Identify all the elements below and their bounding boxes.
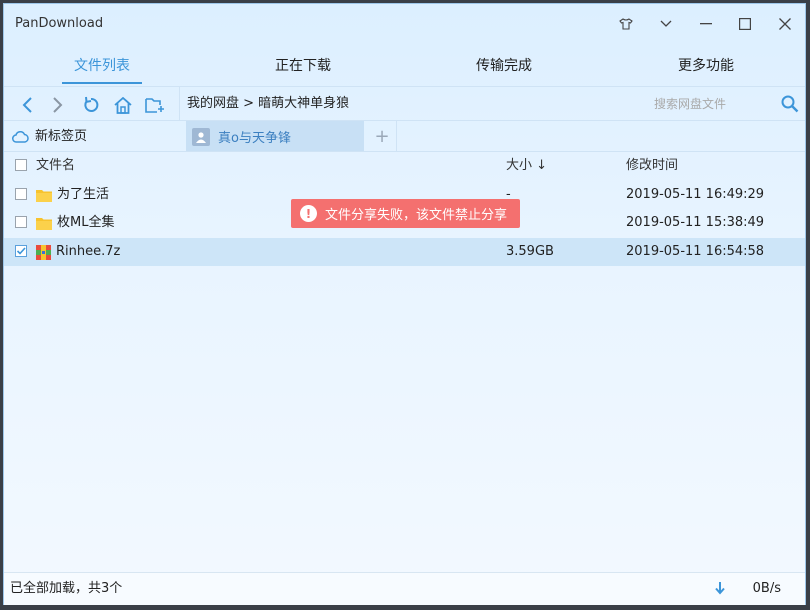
table-header: 文件名 大小 ↓ 修改时间 bbox=[4, 152, 805, 180]
tab-label: 文件列表 bbox=[74, 58, 130, 74]
download-arrow-icon bbox=[715, 582, 725, 595]
folder-icon bbox=[36, 217, 52, 230]
chevron-down-icon[interactable] bbox=[655, 14, 677, 34]
page-tab-new[interactable]: 新标签页 bbox=[12, 121, 87, 152]
file-name-cell: 为了生活 bbox=[36, 181, 109, 209]
user-icon bbox=[196, 131, 206, 143]
avatar bbox=[192, 127, 210, 146]
title-bar: PanDownload bbox=[4, 4, 805, 44]
header-date[interactable]: 修改时间 bbox=[626, 152, 678, 180]
file-name: Rinhee.7z bbox=[56, 244, 121, 259]
page-tabs: 新标签页 真o与天争锋 + bbox=[4, 120, 805, 152]
search-icon[interactable] bbox=[778, 93, 802, 115]
file-name-cell: Rinhee.7z bbox=[36, 238, 120, 266]
add-tab-button[interactable]: + bbox=[368, 121, 397, 152]
active-tab-underline bbox=[62, 82, 142, 84]
toast-message: 文件分享失败，该文件禁止分享 bbox=[325, 208, 508, 223]
close-button[interactable] bbox=[774, 14, 796, 34]
search-input[interactable] bbox=[646, 91, 770, 117]
status-text: 已全部加载，共3个 bbox=[10, 581, 123, 596]
tab-label: 正在下载 bbox=[275, 58, 331, 74]
table-row[interactable]: Rinhee.7z 3.59GB 2019-05-11 16:54:58 bbox=[4, 238, 805, 266]
home-icon bbox=[114, 96, 132, 114]
arrow-left-icon bbox=[22, 97, 32, 113]
archive-icon bbox=[36, 244, 51, 260]
skin-icon[interactable] bbox=[615, 14, 637, 34]
row-checkbox[interactable] bbox=[15, 216, 27, 228]
main-tabs: 文件列表 正在下载 传输完成 更多功能 bbox=[4, 46, 805, 86]
home-button[interactable] bbox=[112, 94, 134, 116]
row-checkbox[interactable] bbox=[15, 188, 27, 200]
breadcrumb: 我的网盘 > 暗萌大神单身狼 bbox=[179, 87, 349, 121]
file-name: 枚ML全集 bbox=[57, 215, 115, 230]
row-checkbox[interactable] bbox=[15, 245, 27, 257]
header-name[interactable]: 文件名 bbox=[36, 152, 75, 180]
cloud-icon bbox=[12, 130, 29, 143]
tab-downloading[interactable]: 正在下载 bbox=[255, 46, 351, 86]
minimize-button[interactable] bbox=[695, 14, 717, 34]
page-tab-label: 真o与天争锋 bbox=[218, 131, 291, 146]
page-tab-label: 新标签页 bbox=[35, 129, 88, 144]
file-name: 为了生活 bbox=[57, 187, 110, 202]
page-tab-user[interactable]: 真o与天争锋 bbox=[186, 121, 364, 152]
warning-icon: ! bbox=[300, 205, 317, 222]
tab-completed[interactable]: 传输完成 bbox=[456, 46, 552, 86]
forward-button[interactable] bbox=[47, 94, 69, 116]
header-size[interactable]: 大小 ↓ bbox=[506, 152, 547, 180]
toolbar: 我的网盘 > 暗萌大神单身狼 bbox=[4, 86, 805, 121]
error-toast: ! 文件分享失败，该文件禁止分享 bbox=[291, 199, 520, 228]
download-speed: 0B/s bbox=[752, 581, 781, 596]
file-date: 2019-05-11 15:38:49 bbox=[626, 215, 765, 230]
file-date: 2019-05-11 16:49:29 bbox=[626, 187, 765, 202]
folder-icon bbox=[36, 189, 52, 202]
status-bar: 已全部加载，共3个 0B/s bbox=[4, 572, 805, 605]
tab-label: 更多功能 bbox=[678, 58, 734, 74]
file-size: 3.59GB bbox=[506, 244, 554, 259]
new-folder-button[interactable] bbox=[144, 94, 166, 116]
search-box bbox=[646, 91, 802, 117]
select-all-checkbox[interactable] bbox=[15, 159, 27, 171]
refresh-icon bbox=[84, 96, 99, 112]
file-date: 2019-05-11 16:54:58 bbox=[626, 244, 765, 259]
arrow-right-icon bbox=[53, 97, 63, 113]
maximize-button[interactable] bbox=[734, 14, 756, 34]
file-name-cell: 枚ML全集 bbox=[36, 209, 114, 237]
refresh-button[interactable] bbox=[80, 94, 102, 116]
app-title: PanDownload bbox=[15, 16, 104, 31]
app-window: PanDownload 文件列表 正在下载 传输完成 更多功能 我的网盘 > 暗… bbox=[3, 3, 806, 605]
back-button[interactable] bbox=[16, 94, 38, 116]
new-folder-icon bbox=[145, 98, 164, 113]
tab-more-features[interactable]: 更多功能 bbox=[658, 46, 754, 86]
checkmark-icon bbox=[16, 247, 26, 255]
tab-file-list[interactable]: 文件列表 bbox=[54, 46, 150, 86]
tab-label: 传输完成 bbox=[476, 58, 532, 74]
